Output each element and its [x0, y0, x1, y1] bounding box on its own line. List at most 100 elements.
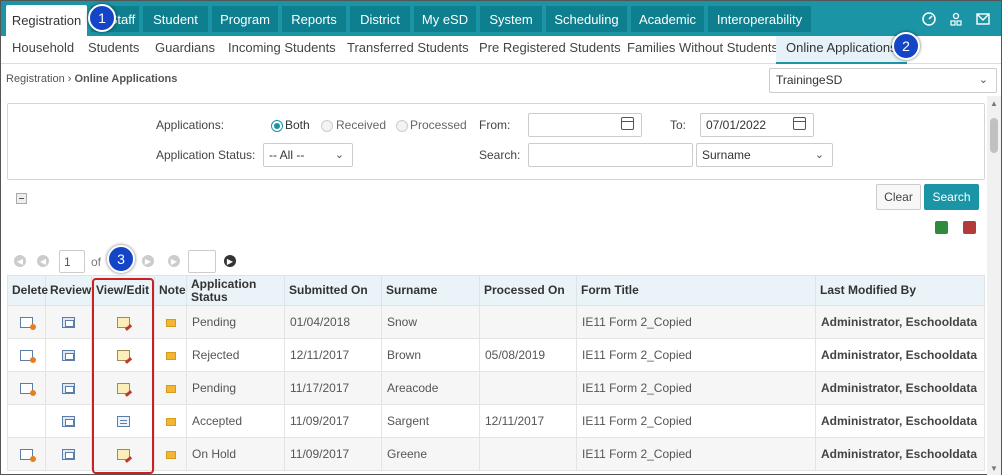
- to-date-field[interactable]: 07/01/2022: [700, 113, 814, 137]
- tab-program[interactable]: Program: [212, 6, 278, 32]
- surname-cell: Sargent: [381, 404, 480, 438]
- review-icon[interactable]: [62, 416, 75, 428]
- col-header-submitted-on[interactable]: Submitted On: [284, 275, 382, 306]
- subtab-incoming-students[interactable]: Incoming Students: [228, 36, 336, 64]
- application-status-select[interactable]: -- All -- ⌄: [263, 143, 353, 167]
- tab-scheduling[interactable]: Scheduling: [546, 6, 627, 32]
- subtab-transferred-students[interactable]: Transferred Students: [347, 36, 469, 64]
- scrollbar-thumb[interactable]: [990, 118, 998, 153]
- tab-reports[interactable]: Reports: [282, 6, 346, 32]
- form-title-cell: IE11 Form 2_Copied: [576, 371, 816, 405]
- first-page-icon[interactable]: ◀: [14, 255, 26, 267]
- note-icon[interactable]: [165, 318, 176, 327]
- search-by-select[interactable]: Surname ⌄: [696, 143, 833, 167]
- col-header-review: Review: [45, 275, 92, 306]
- note-icon[interactable]: [165, 417, 176, 426]
- col-header-processed-on[interactable]: Processed On: [479, 275, 577, 306]
- calendar-icon[interactable]: [621, 117, 634, 130]
- delete-icon[interactable]: [20, 317, 36, 331]
- user-tree-icon[interactable]: [948, 11, 964, 27]
- collapse-filters-button[interactable]: [16, 193, 27, 204]
- next-page-icon[interactable]: ▶: [142, 255, 154, 267]
- from-date-field[interactable]: [528, 113, 642, 137]
- note-cell: [154, 305, 187, 339]
- note-icon[interactable]: [165, 450, 176, 459]
- dashboard-icon[interactable]: [921, 11, 937, 27]
- table-row[interactable]: Pending 11/17/2017 Areacode IE11 Form 2_…: [7, 371, 985, 405]
- radio-processed-label[interactable]: Processed: [410, 118, 467, 132]
- radio-both[interactable]: [271, 120, 283, 132]
- subtab-pre-registered-students[interactable]: Pre Registered Students: [479, 36, 621, 64]
- review-icon[interactable]: [62, 350, 75, 362]
- subtab-online-applications[interactable]: Online Applications: [776, 36, 907, 64]
- note-icon[interactable]: [165, 351, 176, 360]
- radio-received[interactable]: [321, 120, 333, 132]
- review-cell: [45, 305, 92, 339]
- tab-system[interactable]: System: [480, 6, 542, 32]
- review-icon[interactable]: [62, 383, 75, 395]
- review-icon[interactable]: [62, 449, 75, 461]
- submitted-cell: 01/04/2018: [284, 305, 382, 339]
- radio-both-label[interactable]: Both: [285, 118, 310, 132]
- surname-cell: Brown: [381, 338, 480, 372]
- delete-cell: [7, 371, 46, 405]
- table-row[interactable]: Pending 01/04/2018 Snow IE11 Form 2_Copi…: [7, 305, 985, 339]
- export-excel-icon[interactable]: [935, 221, 948, 234]
- export-pdf-icon[interactable]: [963, 221, 976, 234]
- page-size-input[interactable]: [188, 250, 216, 273]
- last-page-icon[interactable]: ▶: [168, 255, 180, 267]
- subtab-household[interactable]: Household: [12, 36, 74, 64]
- radio-received-label[interactable]: Received: [336, 118, 386, 132]
- delete-cell: [7, 437, 46, 471]
- applications-label: Applications:: [156, 118, 225, 132]
- delete-icon[interactable]: [20, 449, 36, 463]
- tab-interoperability[interactable]: Interoperability: [708, 6, 811, 32]
- page-number-input[interactable]: 1: [59, 250, 85, 273]
- table-row[interactable]: On Hold 11/09/2017 Greene IE11 Form 2_Co…: [7, 437, 985, 471]
- status-cell: Pending: [186, 371, 285, 405]
- clear-button[interactable]: Clear: [876, 184, 921, 210]
- chevron-down-icon: ⌄: [978, 74, 988, 86]
- review-cell: [45, 404, 92, 438]
- tab-student[interactable]: Student: [143, 6, 208, 32]
- search-input[interactable]: [528, 143, 693, 167]
- mail-icon[interactable]: [975, 11, 991, 27]
- scroll-down-icon[interactable]: ▼: [990, 464, 998, 473]
- surname-cell: Greene: [381, 437, 480, 471]
- delete-icon[interactable]: [20, 383, 36, 397]
- application-status-value: -- All --: [269, 148, 305, 162]
- tab-academic[interactable]: Academic: [631, 6, 704, 32]
- subtab-families-without-students[interactable]: Families Without Students: [627, 36, 778, 64]
- table-row[interactable]: Accepted 11/09/2017 Sargent 12/11/2017 I…: [7, 404, 985, 438]
- modified-by-cell: Administrator, Eschooldata: [815, 437, 985, 471]
- col-header-last-modified-by[interactable]: Last Modified By: [815, 275, 985, 306]
- col-header-form-title[interactable]: Form Title: [576, 275, 816, 306]
- status-cell: Accepted: [186, 404, 285, 438]
- prev-page-icon[interactable]: ◀: [37, 255, 49, 267]
- submitted-cell: 12/11/2017: [284, 338, 382, 372]
- review-icon[interactable]: [62, 317, 75, 329]
- tab-district[interactable]: District: [350, 6, 410, 32]
- breadcrumb-parent[interactable]: Registration: [6, 73, 65, 85]
- go-page-icon[interactable]: ▶: [224, 255, 236, 267]
- form-title-cell: IE11 Form 2_Copied: [576, 404, 816, 438]
- delete-icon[interactable]: [20, 350, 36, 364]
- tab-registration[interactable]: Registration: [6, 5, 87, 36]
- radio-processed[interactable]: [396, 120, 408, 132]
- table-row[interactable]: Rejected 12/11/2017 Brown 05/08/2019 IE1…: [7, 338, 985, 372]
- search-button[interactable]: Search: [924, 184, 979, 210]
- col-header-surname[interactable]: Surname: [381, 275, 480, 306]
- tab-my-esd[interactable]: My eSD: [414, 6, 476, 32]
- review-cell: [45, 338, 92, 372]
- subtab-guardians[interactable]: Guardians: [155, 36, 215, 64]
- note-cell: [154, 338, 187, 372]
- district-select[interactable]: TrainingeSD ⌄: [769, 68, 997, 93]
- filter-panel: Applications: Both Received Processed Fr…: [7, 103, 985, 180]
- vertical-scrollbar[interactable]: ▲ ▼: [987, 96, 1001, 475]
- col-header-application-status[interactable]: Application Status: [186, 275, 285, 306]
- note-icon[interactable]: [165, 384, 176, 393]
- scroll-up-icon[interactable]: ▲: [990, 99, 998, 108]
- calendar-icon[interactable]: [793, 117, 806, 130]
- subtab-students[interactable]: Students: [88, 36, 139, 64]
- col-header-delete: Delete: [7, 275, 48, 306]
